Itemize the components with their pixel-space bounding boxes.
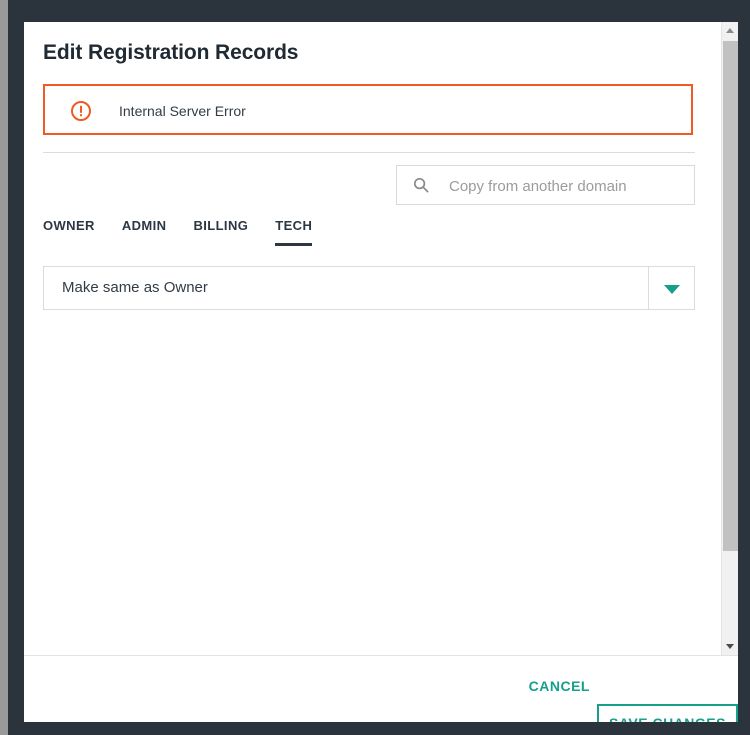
edit-registration-records-dialog: Edit Registration Records Internal Serve… (24, 22, 738, 722)
tab-owner[interactable]: OWNER (43, 218, 95, 246)
make-same-as-owner-select[interactable]: Make same as Owner (43, 266, 695, 310)
scroll-down-arrow-icon (726, 644, 734, 649)
select-divider (648, 267, 649, 309)
scrollbar-up-button[interactable] (722, 22, 738, 39)
section-divider (43, 152, 695, 153)
contact-type-tabs: OWNER ADMIN BILLING TECH (43, 218, 313, 254)
desktop-frame: Edit Registration Records Internal Serve… (0, 0, 750, 735)
scrollbar-thumb[interactable] (723, 41, 738, 551)
search-icon (413, 177, 429, 193)
search-input[interactable] (447, 166, 689, 206)
select-selected-value: Make same as Owner (62, 279, 208, 296)
copy-from-domain-search[interactable] (396, 165, 695, 206)
dialog-scroll-body: Edit Registration Records Internal Serve… (24, 22, 738, 655)
tab-tech[interactable]: TECH (275, 218, 313, 246)
dialog-scrollbar[interactable] (721, 22, 738, 655)
dialog-footer: CANCEL SAVE CHANGES (24, 656, 738, 722)
background-page-strip (0, 0, 8, 735)
cancel-button[interactable]: CANCEL (529, 678, 590, 694)
error-alert-banner: Internal Server Error (43, 84, 693, 135)
scrollbar-down-button[interactable] (722, 638, 738, 655)
chevron-down-icon[interactable] (664, 285, 680, 294)
scroll-up-arrow-icon (726, 28, 734, 33)
page-title: Edit Registration Records (43, 41, 299, 64)
tab-billing[interactable]: BILLING (193, 218, 248, 246)
error-exclamation-circle-icon (71, 101, 91, 121)
error-alert-message: Internal Server Error (119, 103, 246, 119)
save-changes-button[interactable]: SAVE CHANGES (597, 704, 738, 722)
tab-admin[interactable]: ADMIN (122, 218, 167, 246)
